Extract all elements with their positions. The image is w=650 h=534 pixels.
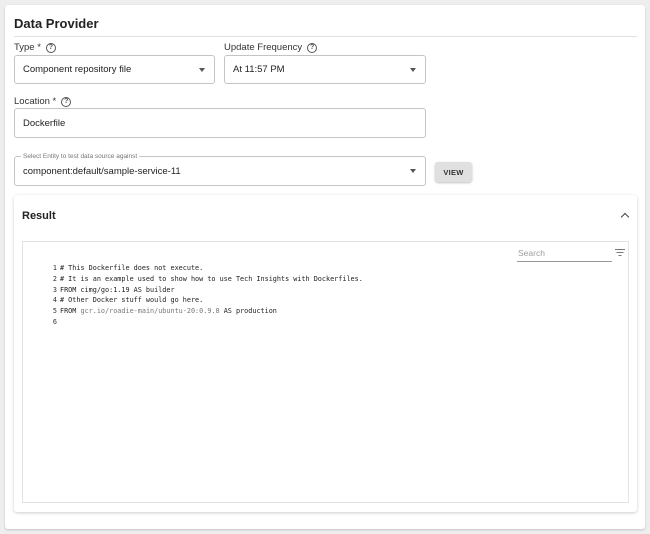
result-card: Result Search 1 # This Dockerfile does n… [14, 195, 637, 512]
line-text: # It is an example used to show how to u… [60, 274, 363, 283]
filter-icon[interactable] [615, 249, 625, 257]
line-number: 3 [52, 285, 57, 294]
line-text: FROM cimg/go:1.19 AS builder [60, 285, 175, 294]
view-button[interactable]: VIEW [435, 162, 472, 182]
line-text-prefix: FROM [60, 307, 81, 316]
code-line: 5 FROM gcr.io/roadie-main/ubuntu-20:0.9.… [45, 307, 363, 318]
code-line: 6 [45, 318, 363, 329]
line-number: 6 [52, 317, 57, 326]
chevron-down-icon [199, 67, 205, 72]
line-text: # This Dockerfile does not execute. [60, 264, 204, 272]
code-viewer: Search 1 # This Dockerfile does not exec… [22, 241, 629, 503]
location-label: Location * [14, 96, 57, 107]
line-number: 2 [52, 274, 57, 283]
code-line: 4 # Other Docker stuff would go here. [45, 296, 363, 307]
result-title: Result [22, 210, 56, 222]
type-label: Type * [14, 42, 41, 53]
chevron-down-icon [410, 67, 416, 72]
code-line: 3 FROM cimg/go:1.19 AS builder [45, 286, 363, 297]
data-provider-panel: Data Provider Type * ? Component reposit… [5, 5, 645, 529]
frequency-select-value: At 11:57 PM [233, 64, 285, 75]
chevron-down-icon [410, 169, 416, 173]
entity-select-value: component:default/sample-service-11 [23, 165, 181, 177]
frequency-label: Update Frequency [224, 42, 303, 53]
help-icon[interactable]: ? [45, 42, 56, 53]
search-input[interactable]: Search [517, 246, 612, 262]
type-select[interactable]: Component repository file [14, 55, 215, 84]
panel-title: Data Provider [14, 16, 99, 31]
line-number: 4 [52, 296, 57, 305]
chevron-up-icon[interactable] [620, 212, 630, 222]
line-text-suffix: AS production [219, 307, 277, 316]
code-content: 1 # This Dockerfile does not execute. 2 … [45, 264, 363, 329]
entity-select-label: Select Entity to test data source agains… [21, 152, 140, 161]
type-select-value: Component repository file [23, 64, 132, 75]
help-icon[interactable]: ? [61, 96, 72, 107]
frequency-label-group: Update Frequency ? [224, 42, 318, 53]
line-text: # Other Docker stuff would go here. [60, 296, 204, 305]
line-text-image: gcr.io/roadie-main/ubuntu-20:0.9.8 [80, 307, 220, 316]
location-input[interactable]: Dockerfile [14, 108, 426, 138]
code-line: 2 # It is an example used to show how to… [45, 275, 363, 286]
entity-select[interactable]: Select Entity to test data source agains… [14, 152, 426, 186]
location-label-group: Location * ? [14, 96, 72, 107]
divider [14, 36, 637, 37]
type-label-group: Type * ? [14, 42, 56, 53]
line-number: 1 [52, 264, 57, 272]
line-number: 5 [52, 307, 57, 316]
location-input-value: Dockerfile [23, 117, 66, 129]
frequency-select[interactable]: At 11:57 PM [224, 55, 426, 84]
help-icon[interactable]: ? [307, 42, 318, 53]
code-line: 1 # This Dockerfile does not execute. [45, 264, 363, 275]
